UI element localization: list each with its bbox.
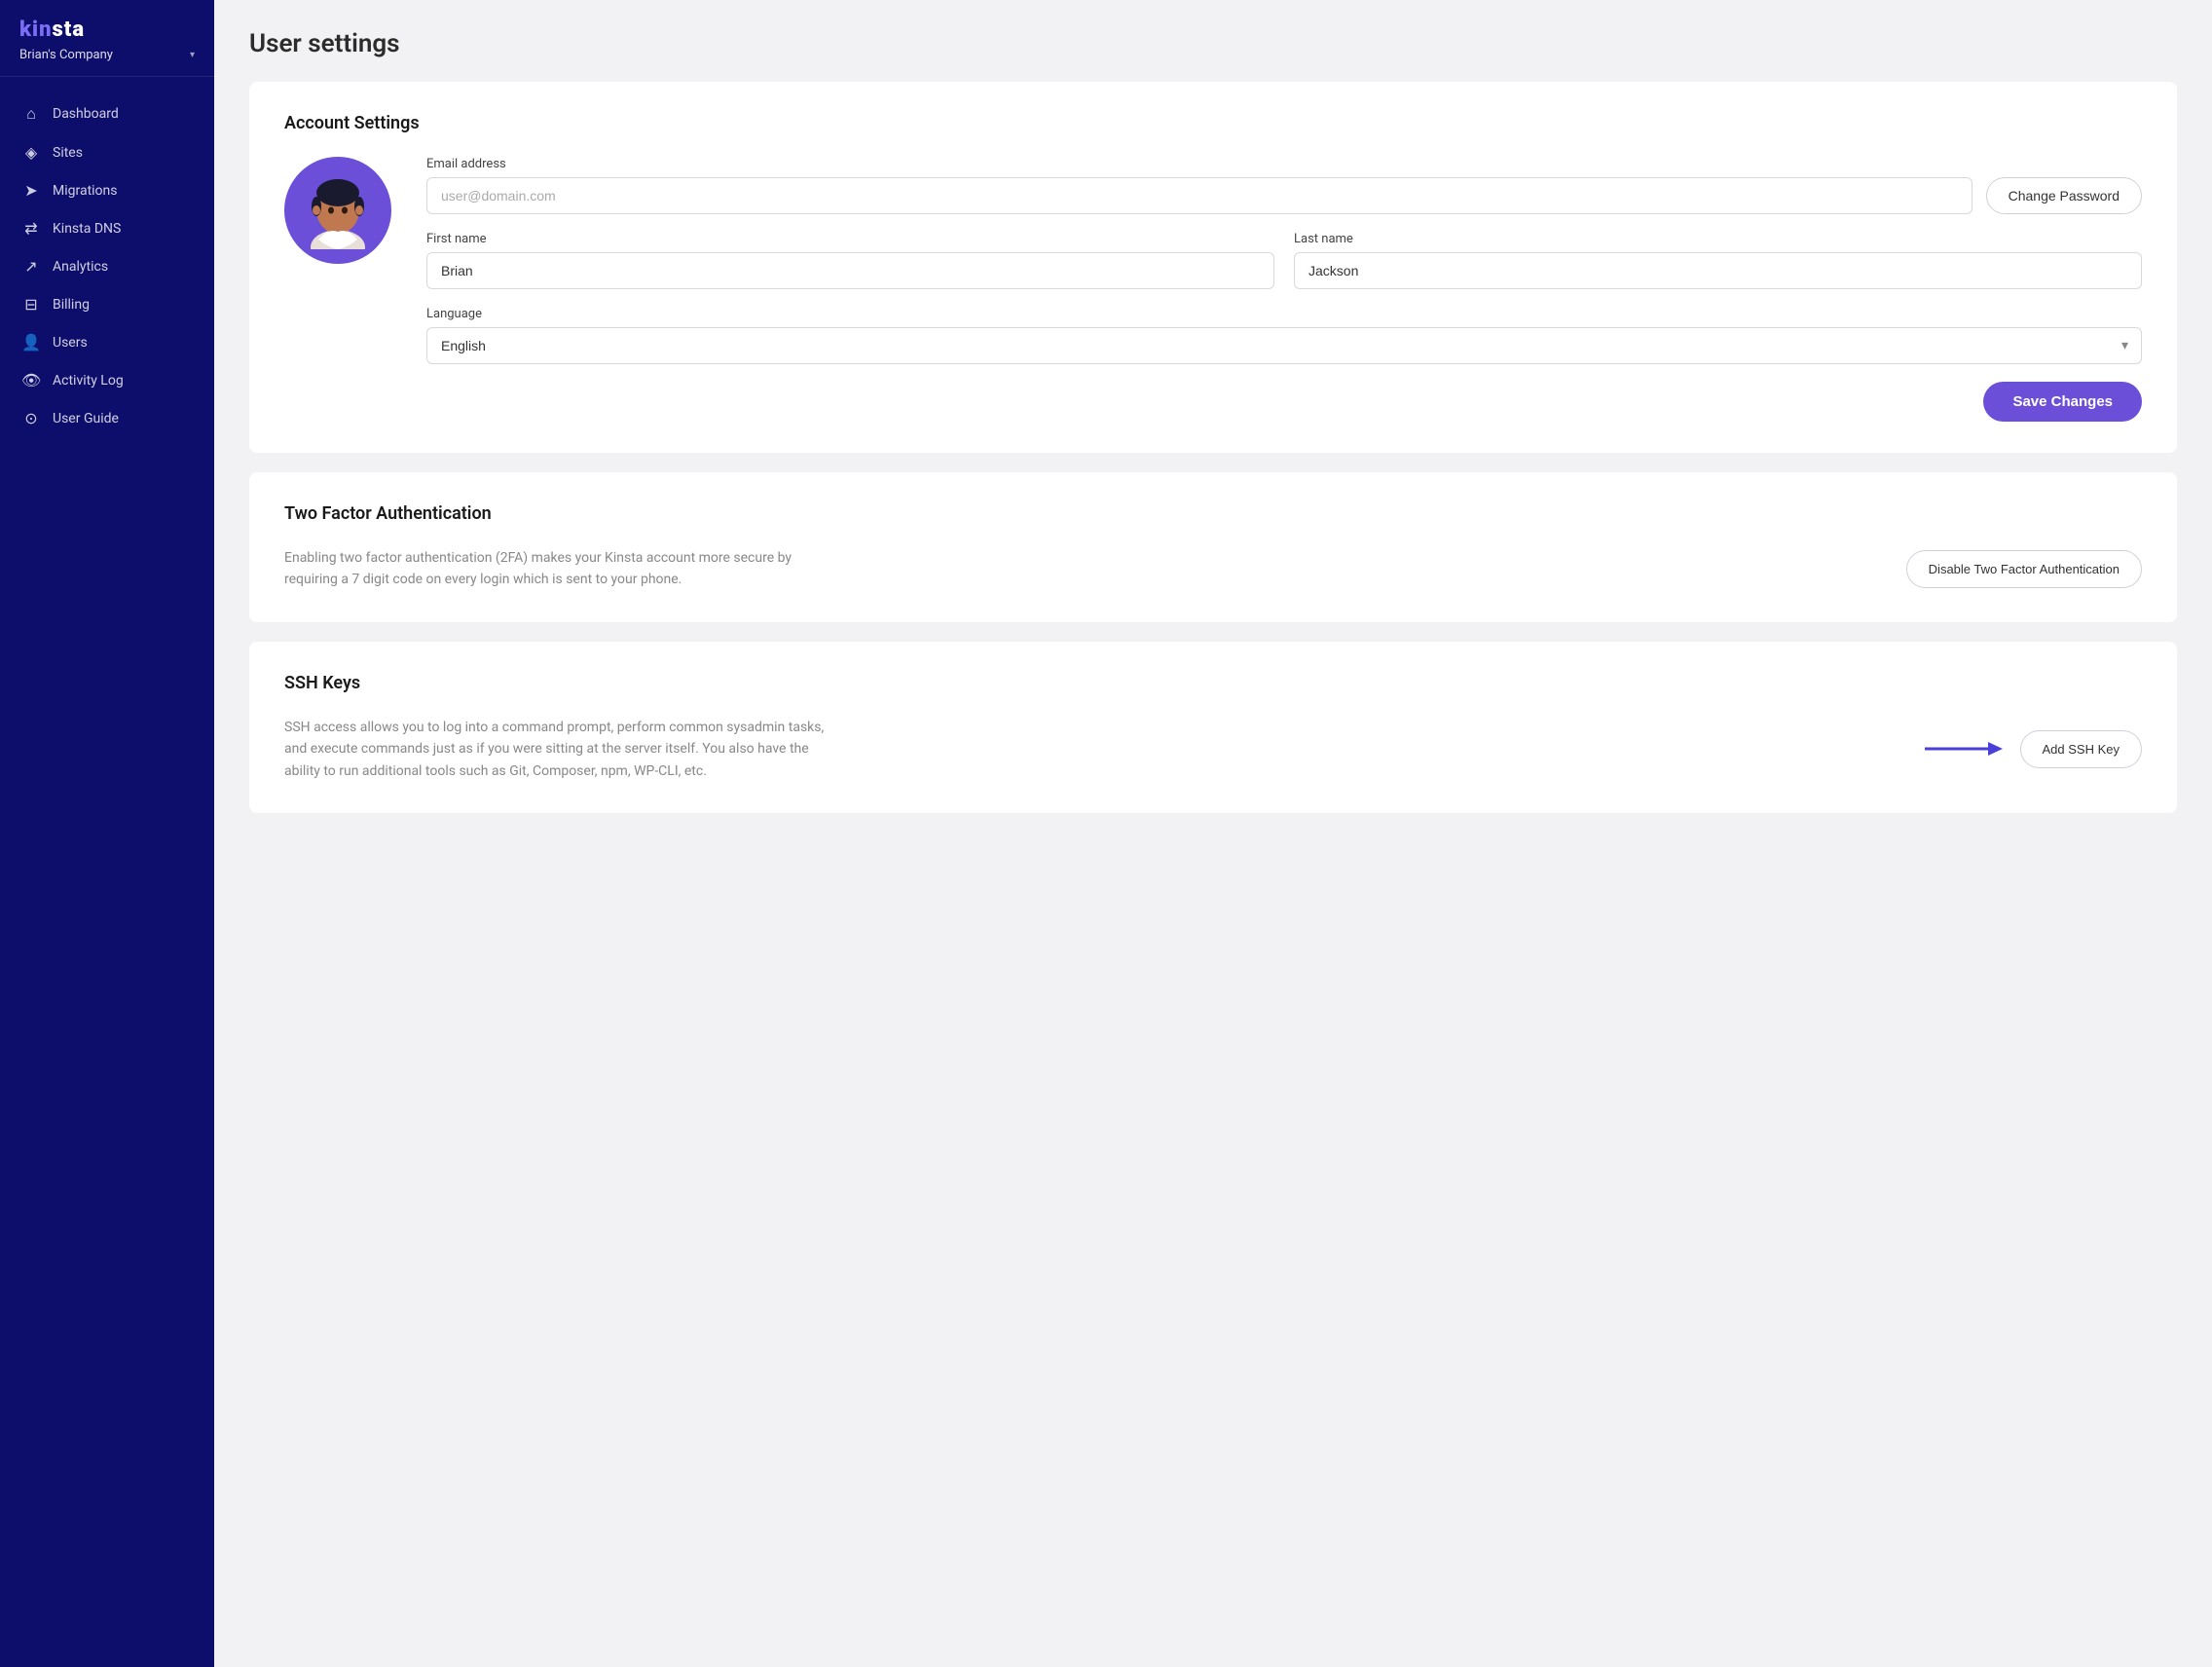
sidebar-header: kinsta Brian's Company ▾ xyxy=(0,0,214,77)
save-row: Save Changes xyxy=(426,382,2142,422)
first-name-field[interactable] xyxy=(426,252,1274,289)
avatar-image xyxy=(299,171,377,249)
sidebar-item-label: Migrations xyxy=(53,183,118,199)
email-group: Email address xyxy=(426,157,1972,214)
home-icon: ⌂ xyxy=(21,104,41,124)
two-factor-title: Two Factor Authentication xyxy=(284,503,2142,524)
sites-icon: ◈ xyxy=(21,143,41,162)
sidebar-item-label: Kinsta DNS xyxy=(53,221,121,237)
account-settings-body: Email address Change Password First name… xyxy=(284,157,2142,422)
account-settings-title: Account Settings xyxy=(284,113,2142,133)
email-row: Email address Change Password xyxy=(426,157,2142,214)
language-group: Language English Spanish French ▾ xyxy=(426,307,2142,364)
avatar xyxy=(284,157,391,264)
sidebar-item-label: Users xyxy=(53,335,88,351)
last-name-label: Last name xyxy=(1294,232,2142,246)
sidebar-item-dashboard[interactable]: ⌂ Dashboard xyxy=(0,94,214,133)
avatar-area xyxy=(284,157,391,264)
sidebar-item-label: Billing xyxy=(53,297,90,313)
dns-icon: ⇄ xyxy=(21,219,41,238)
guide-icon: ⊙ xyxy=(21,409,41,427)
kinsta-logo: kinsta xyxy=(19,18,195,42)
sidebar-item-label: User Guide xyxy=(53,411,119,426)
first-name-group: First name xyxy=(426,232,1274,289)
sidebar-item-analytics[interactable]: ↗ Analytics xyxy=(0,247,214,285)
disable-tfa-button[interactable]: Disable Two Factor Authentication xyxy=(1906,550,2142,588)
language-select-wrapper: English Spanish French ▾ xyxy=(426,327,2142,364)
sidebar-item-kinsta-dns[interactable]: ⇄ Kinsta DNS xyxy=(0,209,214,247)
last-name-group: Last name xyxy=(1294,232,2142,289)
users-icon: 👤 xyxy=(21,333,41,352)
main-content: User settings Account Settings xyxy=(214,0,2212,1667)
language-select[interactable]: English Spanish French xyxy=(426,327,2142,364)
sidebar-item-migrations[interactable]: ➤ Migrations xyxy=(0,171,214,209)
ssh-body: SSH access allows you to log into a comm… xyxy=(284,717,2142,782)
sidebar-nav: ⌂ Dashboard ◈ Sites ➤ Migrations ⇄ Kinst… xyxy=(0,77,214,1667)
migrations-icon: ➤ xyxy=(21,181,41,200)
email-field[interactable] xyxy=(426,177,1972,214)
sidebar-item-label: Analytics xyxy=(53,259,108,275)
sidebar-item-label: Dashboard xyxy=(53,106,119,122)
billing-icon: ⊟ xyxy=(21,295,41,314)
ssh-arrow-icon xyxy=(1925,737,2003,760)
sidebar-item-label: Sites xyxy=(53,145,83,161)
sidebar-item-users[interactable]: 👤 Users xyxy=(0,323,214,361)
sidebar-item-sites[interactable]: ◈ Sites xyxy=(0,133,214,171)
save-changes-button[interactable]: Save Changes xyxy=(1983,382,2142,422)
sidebar-item-user-guide[interactable]: ⊙ User Guide xyxy=(0,399,214,437)
two-factor-card: Two Factor Authentication Enabling two f… xyxy=(249,472,2177,622)
ssh-right: Add SSH Key xyxy=(1925,730,2143,768)
name-row: First name Last name xyxy=(426,232,2142,289)
ssh-keys-title: SSH Keys xyxy=(284,673,2142,693)
account-settings-card: Account Settings xyxy=(249,82,2177,453)
ssh-description: SSH access allows you to log into a comm… xyxy=(284,717,830,782)
sidebar-item-activity-log[interactable]: 👁 Activity Log xyxy=(0,361,214,399)
company-name: Brian's Company xyxy=(19,48,113,62)
last-name-field[interactable] xyxy=(1294,252,2142,289)
tfa-body: Enabling two factor authentication (2FA)… xyxy=(284,547,2142,591)
chevron-down-icon: ▾ xyxy=(190,50,195,60)
company-selector[interactable]: Brian's Company ▾ xyxy=(19,48,195,62)
add-ssh-key-button[interactable]: Add SSH Key xyxy=(2020,730,2143,768)
sidebar-item-label: Activity Log xyxy=(53,373,124,389)
language-label: Language xyxy=(426,307,2142,321)
first-name-label: First name xyxy=(426,232,1274,246)
form-area: Email address Change Password First name… xyxy=(426,157,2142,422)
eye-icon: 👁 xyxy=(21,371,41,389)
sidebar: kinsta Brian's Company ▾ ⌂ Dashboard ◈ S… xyxy=(0,0,214,1667)
tfa-description: Enabling two factor authentication (2FA)… xyxy=(284,547,830,591)
ssh-keys-card: SSH Keys SSH access allows you to log in… xyxy=(249,642,2177,813)
sidebar-item-billing[interactable]: ⊟ Billing xyxy=(0,285,214,323)
email-label: Email address xyxy=(426,157,1972,171)
analytics-icon: ↗ xyxy=(21,257,41,276)
page-title: User settings xyxy=(249,29,2177,58)
change-password-button[interactable]: Change Password xyxy=(1986,177,2142,214)
